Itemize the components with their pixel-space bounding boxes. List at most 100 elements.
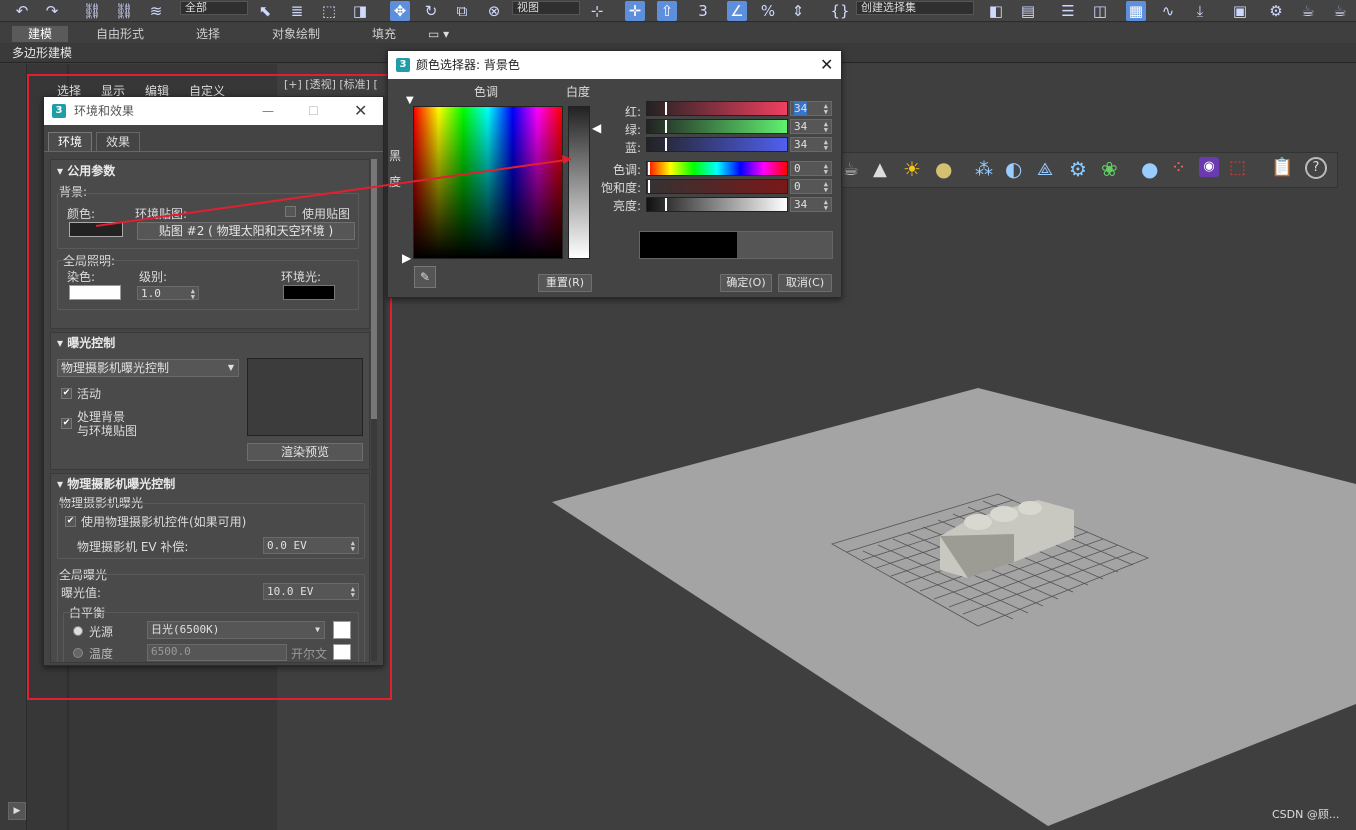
hue-slider[interactable] — [646, 161, 788, 176]
tab-populate[interactable]: 填充 — [372, 26, 396, 42]
hue-spinner[interactable]: 0 ▲ ▼ — [790, 161, 832, 176]
red-label: 红: — [624, 105, 641, 119]
ok-button[interactable]: 确定(O) — [720, 274, 772, 292]
left-dock: ▶ — [0, 64, 27, 830]
hue-slider-handle[interactable] — [648, 162, 650, 175]
tab-freeform[interactable]: 自由形式 — [96, 26, 144, 42]
close-icon[interactable]: ✕ — [820, 51, 833, 79]
green-slider-handle[interactable] — [665, 120, 667, 133]
move-icon[interactable]: ✥ — [390, 1, 410, 21]
spinner-snap-icon[interactable]: ⇕ — [788, 1, 808, 21]
ribbon-tabs: 建模 自由形式 选择 对象绘制 填充 ▭ ▾ — [0, 23, 1356, 43]
picker-title: 颜色选择器: 背景色 — [416, 58, 520, 72]
spinner-arrows-icon[interactable]: ▲ ▼ — [824, 103, 828, 116]
place-icon[interactable]: ⊗ — [484, 1, 504, 21]
red-spinner[interactable]: 34 ▲ ▼ — [790, 101, 832, 116]
blackness-pointer-icon[interactable]: ▶ — [402, 251, 411, 265]
brightness-slider-handle[interactable] — [665, 198, 667, 211]
select-by-name-icon[interactable]: ≣ — [287, 1, 307, 21]
color-compare-swatch — [639, 231, 833, 259]
green-spinner[interactable]: 34 ▲ ▼ — [790, 119, 832, 134]
material-editor-icon[interactable]: ▣ — [1230, 1, 1250, 21]
main-toolbar: ↶ ↷ ⛓ ⛓ ≋ 全部 ⬉ ≣ ⬚ ◨ ✥ ↻ ⧉ ⊗ 视图 ⊹ ✛ ⇧ 3 … — [0, 0, 1356, 22]
unlink-icon[interactable]: ⛓ — [114, 1, 134, 21]
mirror-icon[interactable]: ◧ — [986, 1, 1006, 21]
degree-label: 度 — [389, 175, 402, 189]
window-crossing-icon[interactable]: ◨ — [350, 1, 370, 21]
spinner-arrows-icon[interactable]: ▲ ▼ — [824, 139, 828, 152]
tab-selection[interactable]: 选择 — [196, 26, 220, 42]
green-slider[interactable] — [646, 119, 788, 134]
cancel-button[interactable]: 取消(C) — [778, 274, 832, 292]
align-icon[interactable]: ▤ — [1018, 1, 1038, 21]
undo-icon[interactable]: ↶ — [12, 1, 32, 21]
whiteness-pointer-icon[interactable]: ◀ — [592, 121, 601, 135]
curve-editor-icon[interactable]: ∿ — [1158, 1, 1178, 21]
whiteness-bar[interactable] — [568, 106, 590, 259]
hue-label: 色调 — [474, 85, 499, 99]
watermark: CSDN @顾... — [1272, 808, 1340, 821]
saturation-slider-handle[interactable] — [648, 180, 650, 193]
red-slider[interactable] — [646, 101, 788, 116]
subtab-polygon-modeling[interactable]: 多边形建模 — [12, 45, 72, 61]
render-icon[interactable]: ☕ — [1330, 1, 1350, 21]
blue-label: 蓝: — [624, 141, 641, 155]
pivot-icon[interactable]: ⊹ — [587, 1, 607, 21]
hue-row-label: 色调: — [612, 163, 641, 177]
link-icon[interactable]: ⛓ — [82, 1, 102, 21]
new-color-swatch — [640, 232, 737, 258]
tab-object-paint[interactable]: 对象绘制 — [272, 26, 320, 42]
floor-plane — [552, 388, 1356, 826]
picker-titlebar[interactable]: 3 颜色选择器: 背景色 ✕ — [388, 51, 841, 79]
ribbon-toggle-icon[interactable]: ▦ — [1126, 1, 1146, 21]
blue-slider-handle[interactable] — [665, 138, 667, 151]
rotate-icon[interactable]: ↻ — [421, 1, 441, 21]
redo-icon[interactable]: ↷ — [42, 1, 62, 21]
blue-spinner[interactable]: 34 ▲ ▼ — [790, 137, 832, 152]
saturation-spinner[interactable]: 0 ▲ ▼ — [790, 179, 832, 194]
tab-modeling[interactable]: 建模 — [12, 26, 68, 42]
edit-named-sets-icon[interactable]: {} — [830, 1, 850, 21]
app-icon: 3 — [396, 58, 410, 72]
play-icon[interactable]: ▶ — [8, 802, 26, 820]
hue-pointer-icon[interactable]: ▼ — [406, 95, 414, 106]
keyboard-shortcut-icon[interactable]: ⇧ — [657, 1, 677, 21]
scene-explorer-icon[interactable]: ☰ — [1058, 1, 1078, 21]
schematic-icon[interactable]: ⤓ — [1190, 1, 1210, 21]
select-object-icon[interactable]: ⬉ — [255, 1, 275, 21]
rect-region-icon[interactable]: ⬚ — [319, 1, 339, 21]
brightness-slider[interactable] — [646, 197, 788, 212]
spinner-arrows-icon[interactable]: ▲ ▼ — [824, 181, 828, 194]
saturation-slider[interactable] — [646, 179, 788, 194]
red-value: 34 — [794, 102, 808, 115]
percent-snap-icon[interactable]: % — [758, 1, 778, 21]
reference-coord-dropdown[interactable]: 视图 — [512, 1, 580, 15]
saturation-value: 0 — [794, 180, 801, 193]
named-selection-dropdown[interactable]: 创建选择集 — [856, 1, 974, 15]
color-picker-window: 3 颜色选择器: 背景色 ✕ 色调 白度 黑 度 ▼ ▶ ◀ ✎ 重置(R) 红… — [387, 50, 842, 298]
spinner-arrows-icon[interactable]: ▲ ▼ — [824, 121, 828, 134]
blackness-label: 黑 — [389, 149, 402, 163]
hue-value: 0 — [794, 162, 801, 175]
ribbon-options-icon[interactable]: ▭ ▾ — [428, 26, 449, 42]
eyedropper-icon[interactable]: ✎ — [414, 266, 436, 288]
scale-icon[interactable]: ⧉ — [452, 1, 472, 21]
red-slider-handle[interactable] — [665, 102, 667, 115]
green-value: 34 — [794, 120, 808, 133]
bind-spacewarp-icon[interactable]: ≋ — [146, 1, 166, 21]
render-setup-icon[interactable]: ⚙ — [1266, 1, 1286, 21]
highlight-box — [27, 74, 392, 700]
select-manipulate-icon[interactable]: ✛ — [625, 1, 645, 21]
blue-slider[interactable] — [646, 137, 788, 152]
snap-3-icon[interactable]: 3 — [693, 1, 713, 21]
spinner-arrows-icon[interactable]: ▲ ▼ — [824, 199, 828, 212]
reset-button[interactable]: 重置(R) — [538, 274, 592, 292]
selection-filter-dropdown[interactable]: 全部 — [180, 1, 248, 15]
brightness-spinner[interactable]: 34 ▲ ▼ — [790, 197, 832, 212]
angle-snap-icon[interactable]: ∠ — [727, 1, 747, 21]
whiteness-label: 白度 — [566, 85, 591, 99]
render-frame-icon[interactable]: ☕ — [1298, 1, 1318, 21]
layer-explorer-icon[interactable]: ◫ — [1090, 1, 1110, 21]
hue-blackness-spectrum[interactable] — [413, 106, 563, 259]
spinner-arrows-icon[interactable]: ▲ ▼ — [824, 163, 828, 176]
